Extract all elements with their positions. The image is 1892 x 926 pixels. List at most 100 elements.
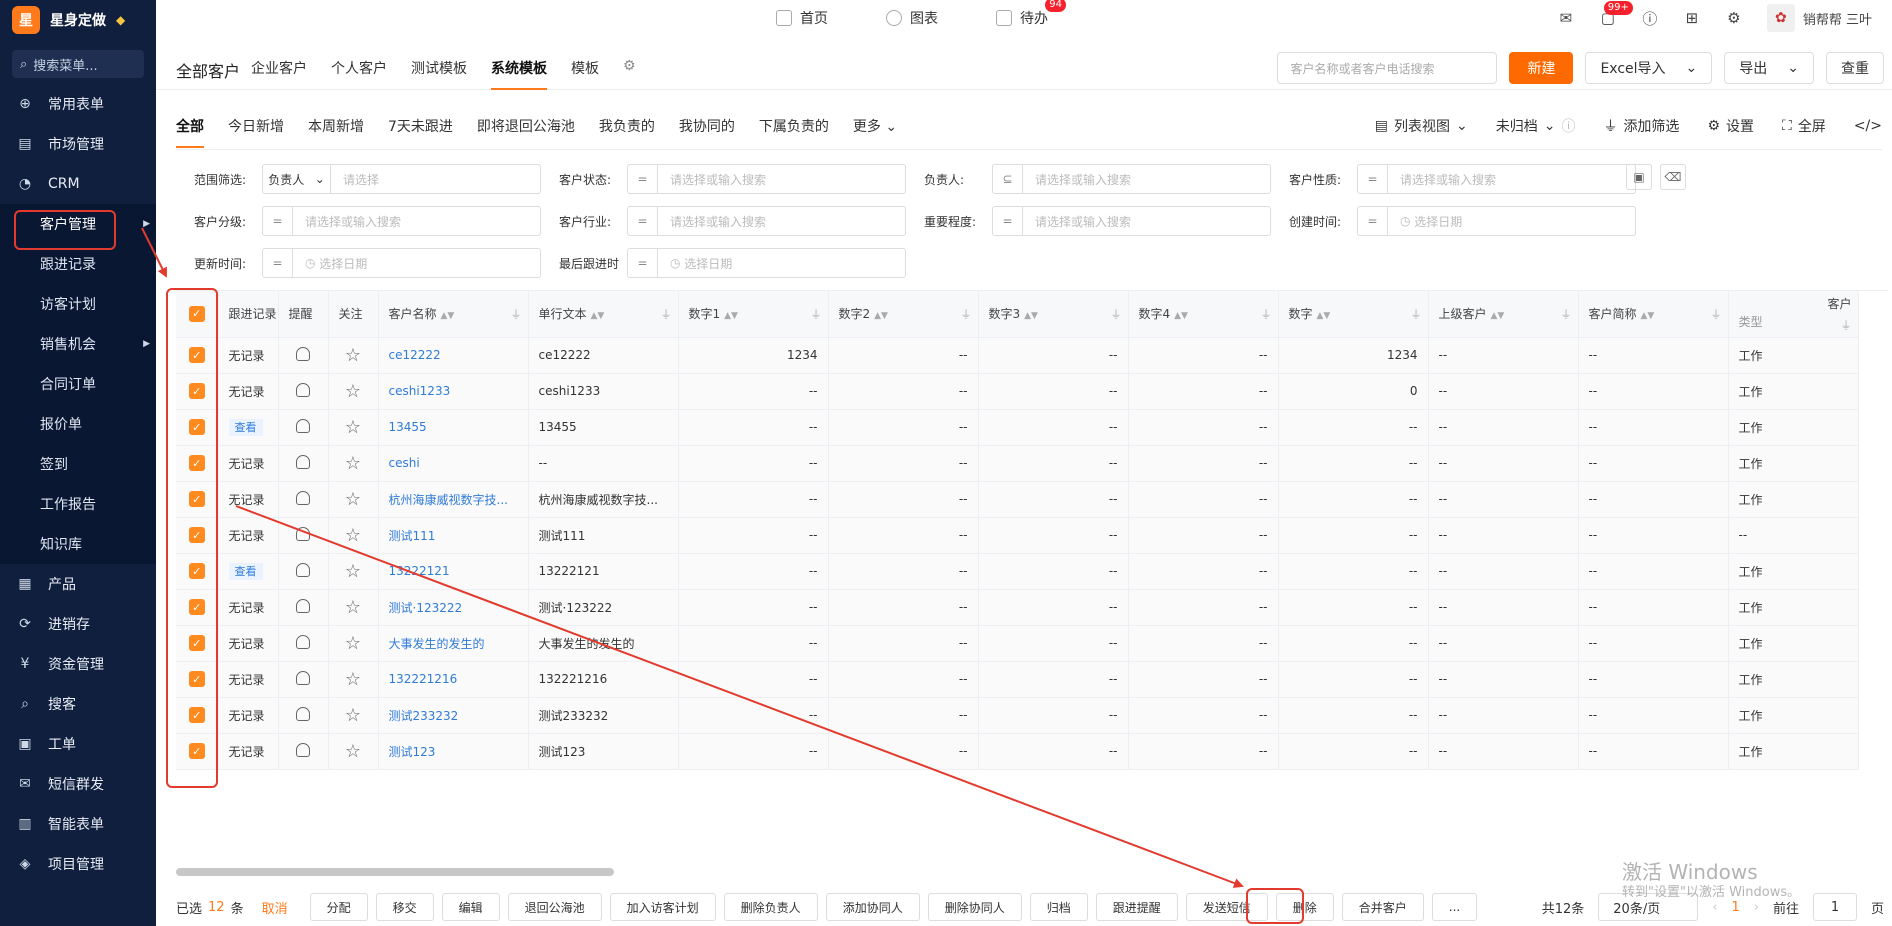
star-icon[interactable]: ☆ — [345, 345, 361, 366]
sidebar-item-follow-records[interactable]: 跟进记录 — [0, 244, 156, 284]
cancel-selection-link[interactable]: 取消 — [262, 898, 288, 917]
operator-select[interactable]: = — [628, 207, 658, 235]
customer-name-cell[interactable]: 测试·123222 — [378, 589, 529, 626]
table-row[interactable]: ✓ 查看 ☆ 13222121 13222121 -- -- -- -- -- … — [176, 553, 1859, 590]
table-row[interactable]: ✓ 无记录 ☆ ce12222 ce12222 1234 -- -- -- 12… — [176, 337, 1859, 374]
funnel-icon[interactable]: ⏚ — [811, 306, 822, 322]
updated-date-picker[interactable]: ◷ 选择日期 — [293, 249, 540, 277]
horizontal-scrollbar[interactable] — [176, 868, 614, 876]
goto-page-input[interactable]: 1 — [1812, 893, 1857, 921]
col-number[interactable]: 数字 ▲▼ ⏚ — [1278, 291, 1429, 338]
tab-test-template[interactable]: 测试模板 — [411, 58, 467, 90]
operator-select[interactable]: = — [628, 165, 658, 193]
customer-nature-input[interactable]: 请选择或输入搜索 — [1388, 165, 1635, 193]
customer-name-link[interactable]: 13455 — [389, 420, 427, 434]
add-visit-plan-button[interactable]: 加入访客计划 — [609, 893, 716, 921]
col-number2[interactable]: 数字2 ▲▼ ⏚ — [828, 291, 979, 338]
current-page[interactable]: 1 — [1731, 900, 1739, 915]
star-icon[interactable]: ☆ — [345, 453, 361, 474]
return-pool-button[interactable]: 退回公海池 — [507, 893, 602, 921]
tab-week-new[interactable]: 本周新增 — [308, 116, 364, 148]
col-short-name[interactable]: 客户简称 ▲▼ ⏚ — [1578, 291, 1729, 338]
bell-icon[interactable] — [296, 346, 310, 361]
customer-name-cell[interactable]: 测试123 — [378, 733, 529, 770]
operator-select[interactable]: = — [263, 249, 293, 277]
code-icon[interactable]: </> — [1854, 116, 1882, 136]
funnel-icon[interactable]: ⏚ — [1841, 317, 1852, 335]
merge-customers-button[interactable]: 合并客户 — [1341, 893, 1424, 921]
tab-my-collab[interactable]: 我协同的 — [679, 116, 735, 148]
tab-my-responsible[interactable]: 我负责的 — [599, 116, 655, 148]
sidebar-item-inventory[interactable]: ⟳ 进销存 — [0, 604, 156, 644]
col-parent-customer[interactable]: 上级客户 ▲▼ ⏚ — [1428, 291, 1579, 338]
created-date-picker[interactable]: ◷ 选择日期 — [1388, 207, 1635, 235]
remove-collaborator-button[interactable]: 删除协同人 — [927, 893, 1022, 921]
funnel-icon[interactable]: ⏚ — [1411, 306, 1422, 322]
mail-icon[interactable]: ✉ — [1557, 9, 1575, 27]
settings-button[interactable]: ⚙ 设置 — [1707, 116, 1754, 136]
col-number4[interactable]: 数字4 ▲▼ ⏚ — [1128, 291, 1279, 338]
excel-import-button[interactable]: Excel导入 ⌄ — [1585, 52, 1713, 84]
customer-name-cell[interactable]: 大事发生的发生的 — [378, 625, 529, 662]
sidebar-item-checkin[interactable]: 签到 — [0, 444, 156, 484]
funnel-icon[interactable]: ⏚ — [511, 306, 522, 322]
follow-reminder-button[interactable]: 跟进提醒 — [1095, 893, 1178, 921]
funnel-icon[interactable]: ⏚ — [1561, 306, 1572, 322]
operator-select[interactable]: = — [1358, 165, 1388, 193]
funnel-icon[interactable]: ⏚ — [961, 306, 972, 322]
tab-more[interactable]: 更多 ⌄ — [853, 116, 897, 148]
add-filter-button[interactable]: ⏚ 添加筛选 — [1603, 116, 1679, 136]
customer-name-link[interactable]: 13222121 — [389, 564, 450, 578]
col-number1[interactable]: 数字1 ▲▼ ⏚ — [678, 291, 829, 338]
bell-icon[interactable] — [296, 598, 310, 613]
list-view-select[interactable]: ▤ 列表视图 ⌄ — [1375, 116, 1468, 136]
new-button[interactable]: 新建 — [1509, 52, 1574, 84]
sidebar-item-sms[interactable]: ✉ 短信群发 — [0, 764, 156, 804]
customer-status-input[interactable]: 请选择或输入搜索 — [658, 165, 905, 193]
table-row[interactable]: ✓ 无记录 ☆ 测试123 测试123 -- -- -- -- -- -- --… — [176, 733, 1859, 770]
customer-name-cell[interactable]: 测试111 — [378, 517, 529, 554]
customer-name-cell[interactable]: 13455 — [378, 409, 529, 446]
more-actions-button[interactable]: ... — [1431, 893, 1478, 921]
sidebar-item-projects[interactable]: ◈ 项目管理 — [0, 844, 156, 884]
bell-icon[interactable] — [296, 382, 310, 397]
add-collaborator-button[interactable]: 添加协同人 — [825, 893, 920, 921]
gear-icon[interactable]: ⚙ — [1725, 9, 1743, 27]
view-follow-link[interactable]: 查看 — [228, 563, 263, 580]
operator-select[interactable]: ⊆ — [993, 165, 1023, 193]
tab-all[interactable]: 全部 — [176, 116, 204, 148]
tab-7days-no-follow[interactable]: 7天未跟进 — [388, 116, 453, 148]
export-button[interactable]: 导出 ⌄ — [1724, 52, 1814, 84]
edit-button[interactable]: 编辑 — [441, 893, 500, 921]
topnav-home[interactable]: 首页 — [776, 8, 828, 28]
transfer-button[interactable]: 移交 — [375, 893, 434, 921]
sidebar-item-market[interactable]: ▤ 市场管理 — [0, 124, 156, 164]
tab-today-new[interactable]: 今日新增 — [228, 116, 284, 148]
customer-name-link[interactable]: 测试233232 — [389, 709, 459, 723]
star-icon[interactable]: ☆ — [345, 417, 361, 438]
table-row[interactable]: ✓ 无记录 ☆ 杭州海康威视数字技... 杭州海康威视数字技... -- -- … — [176, 481, 1859, 518]
sidebar-item-quotes[interactable]: 报价单 — [0, 404, 156, 444]
customer-name-cell[interactable]: 杭州海康威视数字技... — [378, 481, 529, 518]
importance-input[interactable]: 请选择或输入搜索 — [1023, 207, 1270, 235]
table-row[interactable]: ✓ 无记录 ☆ ceshi -- -- -- -- -- -- -- -- 工作 — [176, 445, 1859, 482]
star-icon[interactable]: ☆ — [345, 705, 361, 726]
star-icon[interactable]: ☆ — [345, 669, 361, 690]
user-menu[interactable]: ✿ 销帮帮 三叶 — [1766, 4, 1872, 32]
customer-search-input[interactable]: 客户名称或者客户电话搜索 — [1277, 52, 1498, 84]
prev-page-icon[interactable]: ‹ — [1712, 900, 1717, 915]
remove-owner-button[interactable]: 删除负责人 — [723, 893, 818, 921]
star-icon[interactable]: ☆ — [345, 561, 361, 582]
tab-subordinates[interactable]: 下属负责的 — [759, 116, 829, 148]
operator-select[interactable]: = — [263, 207, 293, 235]
customer-name-cell[interactable]: ceshi1233 — [378, 373, 529, 410]
customer-name-link[interactable]: 杭州海康威视数字技... — [389, 493, 508, 507]
sidebar-item-smart-forms[interactable]: ▥ 智能表单 — [0, 804, 156, 844]
table-row[interactable]: ✓ 无记录 ☆ 测试233232 测试233232 -- -- -- -- --… — [176, 697, 1859, 734]
last-follow-date-picker[interactable]: ◷ 选择日期 — [658, 249, 905, 277]
help-icon[interactable]: ⓘ — [1641, 9, 1659, 28]
tab-template[interactable]: 模板 — [571, 58, 599, 90]
customer-name-cell[interactable]: 13222121 — [378, 553, 529, 590]
owner-input[interactable]: 请选择或输入搜索 — [1023, 165, 1270, 193]
table-row[interactable]: ✓ 查看 ☆ 13455 13455 -- -- -- -- -- -- -- … — [176, 409, 1859, 446]
